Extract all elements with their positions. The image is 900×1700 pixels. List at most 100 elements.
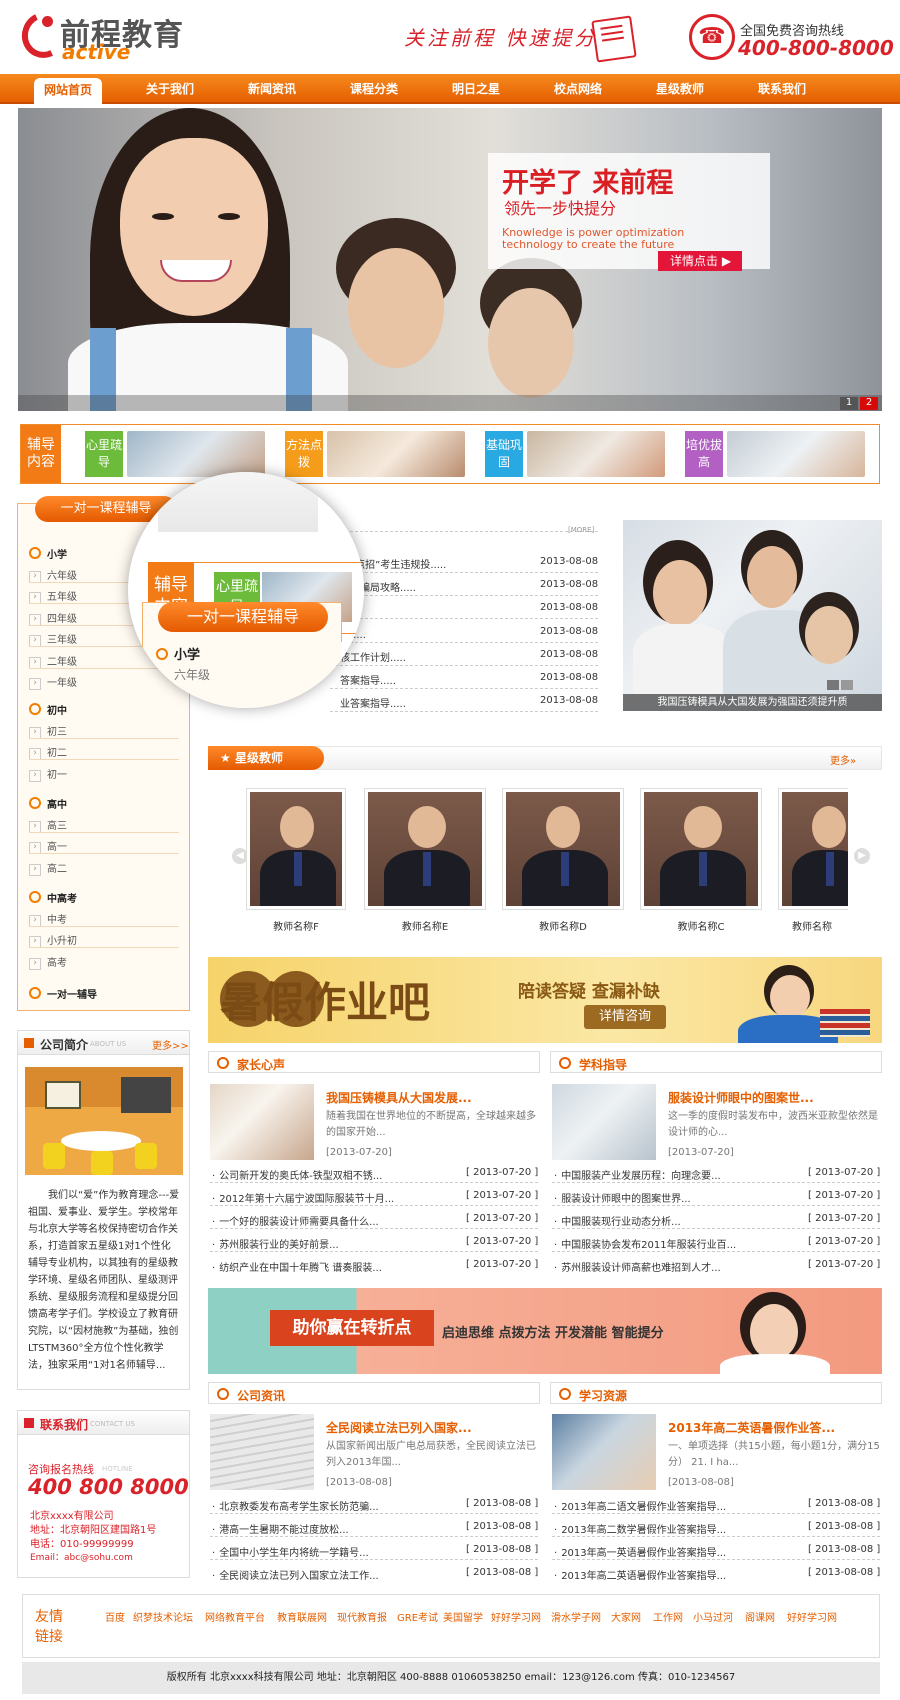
strip-cell-advanced[interactable]: 培优拔高 (685, 431, 867, 477)
friend-link[interactable]: 滑水学子网 (551, 1609, 601, 1624)
subjects-news-item[interactable]: 服装设计师眼中的图案世界... (554, 1190, 691, 1205)
friend-link[interactable]: 美国留学 (443, 1609, 483, 1624)
banner-page-2[interactable]: 2 (860, 397, 878, 410)
sidebar-group-one-on-one[interactable]: 一对一辅导 (29, 986, 97, 1001)
sidebar-item[interactable]: 初一 (29, 766, 67, 782)
sidebar-group-high[interactable]: 高中 (29, 796, 67, 811)
resources-feature-title[interactable]: 2013年高二英语暑假作业答... (668, 1419, 835, 1436)
teachers-more-link[interactable]: 更多» (830, 752, 856, 767)
company-news-item[interactable]: 港高一生暑期不能过度放松... (212, 1521, 349, 1536)
nav-schools[interactable]: 校点网络 (544, 74, 612, 104)
subjects-news-item[interactable]: 中国服装协会发布2011年服装行业百... (554, 1236, 736, 1251)
strip-photo (727, 431, 865, 477)
sidebar-group-primary[interactable]: 小学 (29, 546, 67, 561)
sidebar-item[interactable]: 二年级 (29, 653, 77, 669)
slide-next-icon[interactable] (841, 680, 853, 690)
subjects-feature-image[interactable] (552, 1084, 656, 1160)
friend-link[interactable]: 现代教育报 (337, 1609, 387, 1624)
sidebar-item[interactable]: 中考 (29, 911, 67, 927)
ad-consult-button[interactable]: 详情咨询 (584, 1005, 666, 1029)
hero-banner[interactable]: 开学了 来前程 领先一步快提分 Knowledge is power optim… (18, 108, 882, 411)
company-news-item[interactable]: 全国中小学生年内将统一学籍号... (212, 1544, 369, 1559)
contact-email[interactable]: Email：abc@sohu.com (30, 1550, 133, 1563)
parents-news-item[interactable]: 一个好的服装设计师需要具备什么... (212, 1213, 379, 1228)
nav-contact[interactable]: 联系我们 (748, 74, 816, 104)
teacher-card[interactable]: 教师名称E (364, 788, 486, 933)
resources-news-item[interactable]: 2013年高二数学暑假作业答案指导... (554, 1521, 726, 1536)
news-item[interactable]: 业答案指导..... (340, 695, 406, 710)
news-more-link[interactable]: [MORE] (568, 526, 594, 534)
featured-photo[interactable]: 我国压铸模具从大国发展为强国还须提升质 (623, 520, 882, 711)
parents-news-item[interactable]: 公司新开发的奥氏体-铁型双相不锈... (212, 1167, 382, 1182)
subjects-feature-title[interactable]: 服装设计师眼中的图案世... (668, 1089, 814, 1106)
sidebar-item[interactable]: 高三 (29, 817, 67, 833)
teacher-card[interactable]: 教师名称F (246, 788, 346, 933)
friend-link[interactable]: 百度 (105, 1609, 125, 1624)
strip-cell-methods[interactable]: 方法点拨 (285, 431, 467, 477)
company-news-item[interactable]: 全民阅读立法已列入国家立法工作... (212, 1567, 379, 1582)
sidebar-group-exams[interactable]: 中高考 (29, 890, 77, 905)
sidebar-group-middle[interactable]: 初中 (29, 702, 67, 717)
parents-news-item[interactable]: 纺织产业在中国十年腾飞 谱奏服装... (212, 1259, 382, 1274)
company-feature-image[interactable] (210, 1414, 314, 1490)
resources-feature-image[interactable] (552, 1414, 656, 1490)
teacher-name: 教师名称E (401, 922, 449, 933)
intro-image[interactable] (25, 1067, 183, 1175)
friend-link[interactable]: 好好学习网 (787, 1609, 837, 1624)
intro-more-link[interactable]: 更多>> (152, 1037, 189, 1052)
nav-home[interactable]: 网站首页 (34, 78, 102, 104)
friend-link[interactable]: 好好学习网 (491, 1609, 541, 1624)
sidebar-item[interactable]: 五年级 (29, 588, 77, 604)
subjects-news-item[interactable]: 中国服装产业发展历程：向理念要... (554, 1167, 721, 1182)
nav-about[interactable]: 关于我们 (136, 74, 204, 104)
subjects-news-item[interactable]: 苏州服装设计师高薪也难招到人才... (554, 1259, 721, 1274)
nav-stars[interactable]: 明日之星 (442, 74, 510, 104)
friend-link[interactable]: 阁课网 (745, 1609, 775, 1624)
divider (330, 688, 598, 689)
strip-cell-counseling[interactable]: 心里疏导 (85, 431, 267, 477)
friend-link[interactable]: 大家网 (611, 1609, 641, 1624)
teacher-card[interactable]: 教师名称D (502, 788, 624, 933)
friend-link[interactable]: GRE考试 (397, 1609, 438, 1624)
friend-link[interactable]: 教育联展网 (277, 1609, 327, 1624)
banner-page-1[interactable]: 1 (840, 397, 858, 410)
news-item[interactable]: 答案指导..... (340, 672, 396, 687)
resources-news-item[interactable]: 2013年高二英语暑假作业答案指导... (554, 1567, 726, 1582)
turning-point-ad[interactable]: 助你赢在转折点 启迪思维 点拨方法 开发潜能 智能提分 (208, 1288, 882, 1374)
parents-feature-image[interactable] (210, 1084, 314, 1160)
company-feature-title[interactable]: 全民阅读立法已列入国家... (326, 1419, 472, 1436)
sidebar-item[interactable]: 三年级 (29, 631, 77, 647)
resources-news-item[interactable]: 2013年高二语文暑假作业答案指导... (554, 1498, 726, 1513)
friend-link[interactable]: 网络教育平台 (205, 1609, 265, 1624)
friend-link[interactable]: 小马过河 (693, 1609, 733, 1624)
teacher-card[interactable]: 教师名称C (640, 788, 762, 933)
slide-prev-icon[interactable] (827, 680, 839, 690)
parents-feature-title[interactable]: 我国压铸模具从大国发展... (326, 1089, 472, 1106)
banner-detail-button[interactable]: 详情点击 ▶ (658, 251, 742, 271)
nav-courses[interactable]: 课程分类 (340, 74, 408, 104)
resources-feature-date: [2013-08-08] (668, 1477, 734, 1488)
sidebar-item[interactable]: 六年级 (29, 567, 77, 583)
subjects-news-item[interactable]: 中国服装现行业动态分析... (554, 1213, 681, 1228)
friend-link[interactable]: 织梦技术论坛 (133, 1609, 193, 1624)
news-item[interactable]: 核工作计划..... (340, 649, 406, 664)
strip-cell-foundation[interactable]: 基础巩固 (485, 431, 667, 477)
sidebar-item[interactable]: 一年级 (29, 674, 77, 690)
parents-news-item[interactable]: 2012年第十六届宁波国际服装节十月... (212, 1190, 394, 1205)
parents-news-item[interactable]: 苏州服装行业的美好前景... (212, 1236, 339, 1251)
sidebar-item[interactable]: 四年级 (29, 610, 77, 626)
nav-teachers[interactable]: 星级教师 (646, 74, 714, 104)
summer-homework-ad[interactable]: 暑假作业吧 陪读答疑 查漏补缺 详情咨询 (208, 957, 882, 1043)
resources-news-item[interactable]: 2013年高一英语暑假作业答案指导... (554, 1544, 726, 1559)
sidebar-item[interactable]: 初三 (29, 723, 67, 739)
sidebar-item[interactable]: 高考 (29, 954, 67, 970)
sidebar-item[interactable]: 小升初 (29, 932, 77, 948)
friend-link[interactable]: 工作网 (653, 1609, 683, 1624)
sidebar-item[interactable]: 高一 (29, 838, 67, 854)
next-arrow-icon[interactable]: ▶ (854, 848, 870, 864)
teacher-card[interactable]: 教师名称 (778, 788, 848, 933)
nav-news[interactable]: 新闻资讯 (238, 74, 306, 104)
sidebar-item[interactable]: 高二 (29, 860, 67, 876)
sidebar-item[interactable]: 初二 (29, 744, 67, 760)
company-news-item[interactable]: 北京教委发布高考学生家长防范骗... (212, 1498, 379, 1513)
